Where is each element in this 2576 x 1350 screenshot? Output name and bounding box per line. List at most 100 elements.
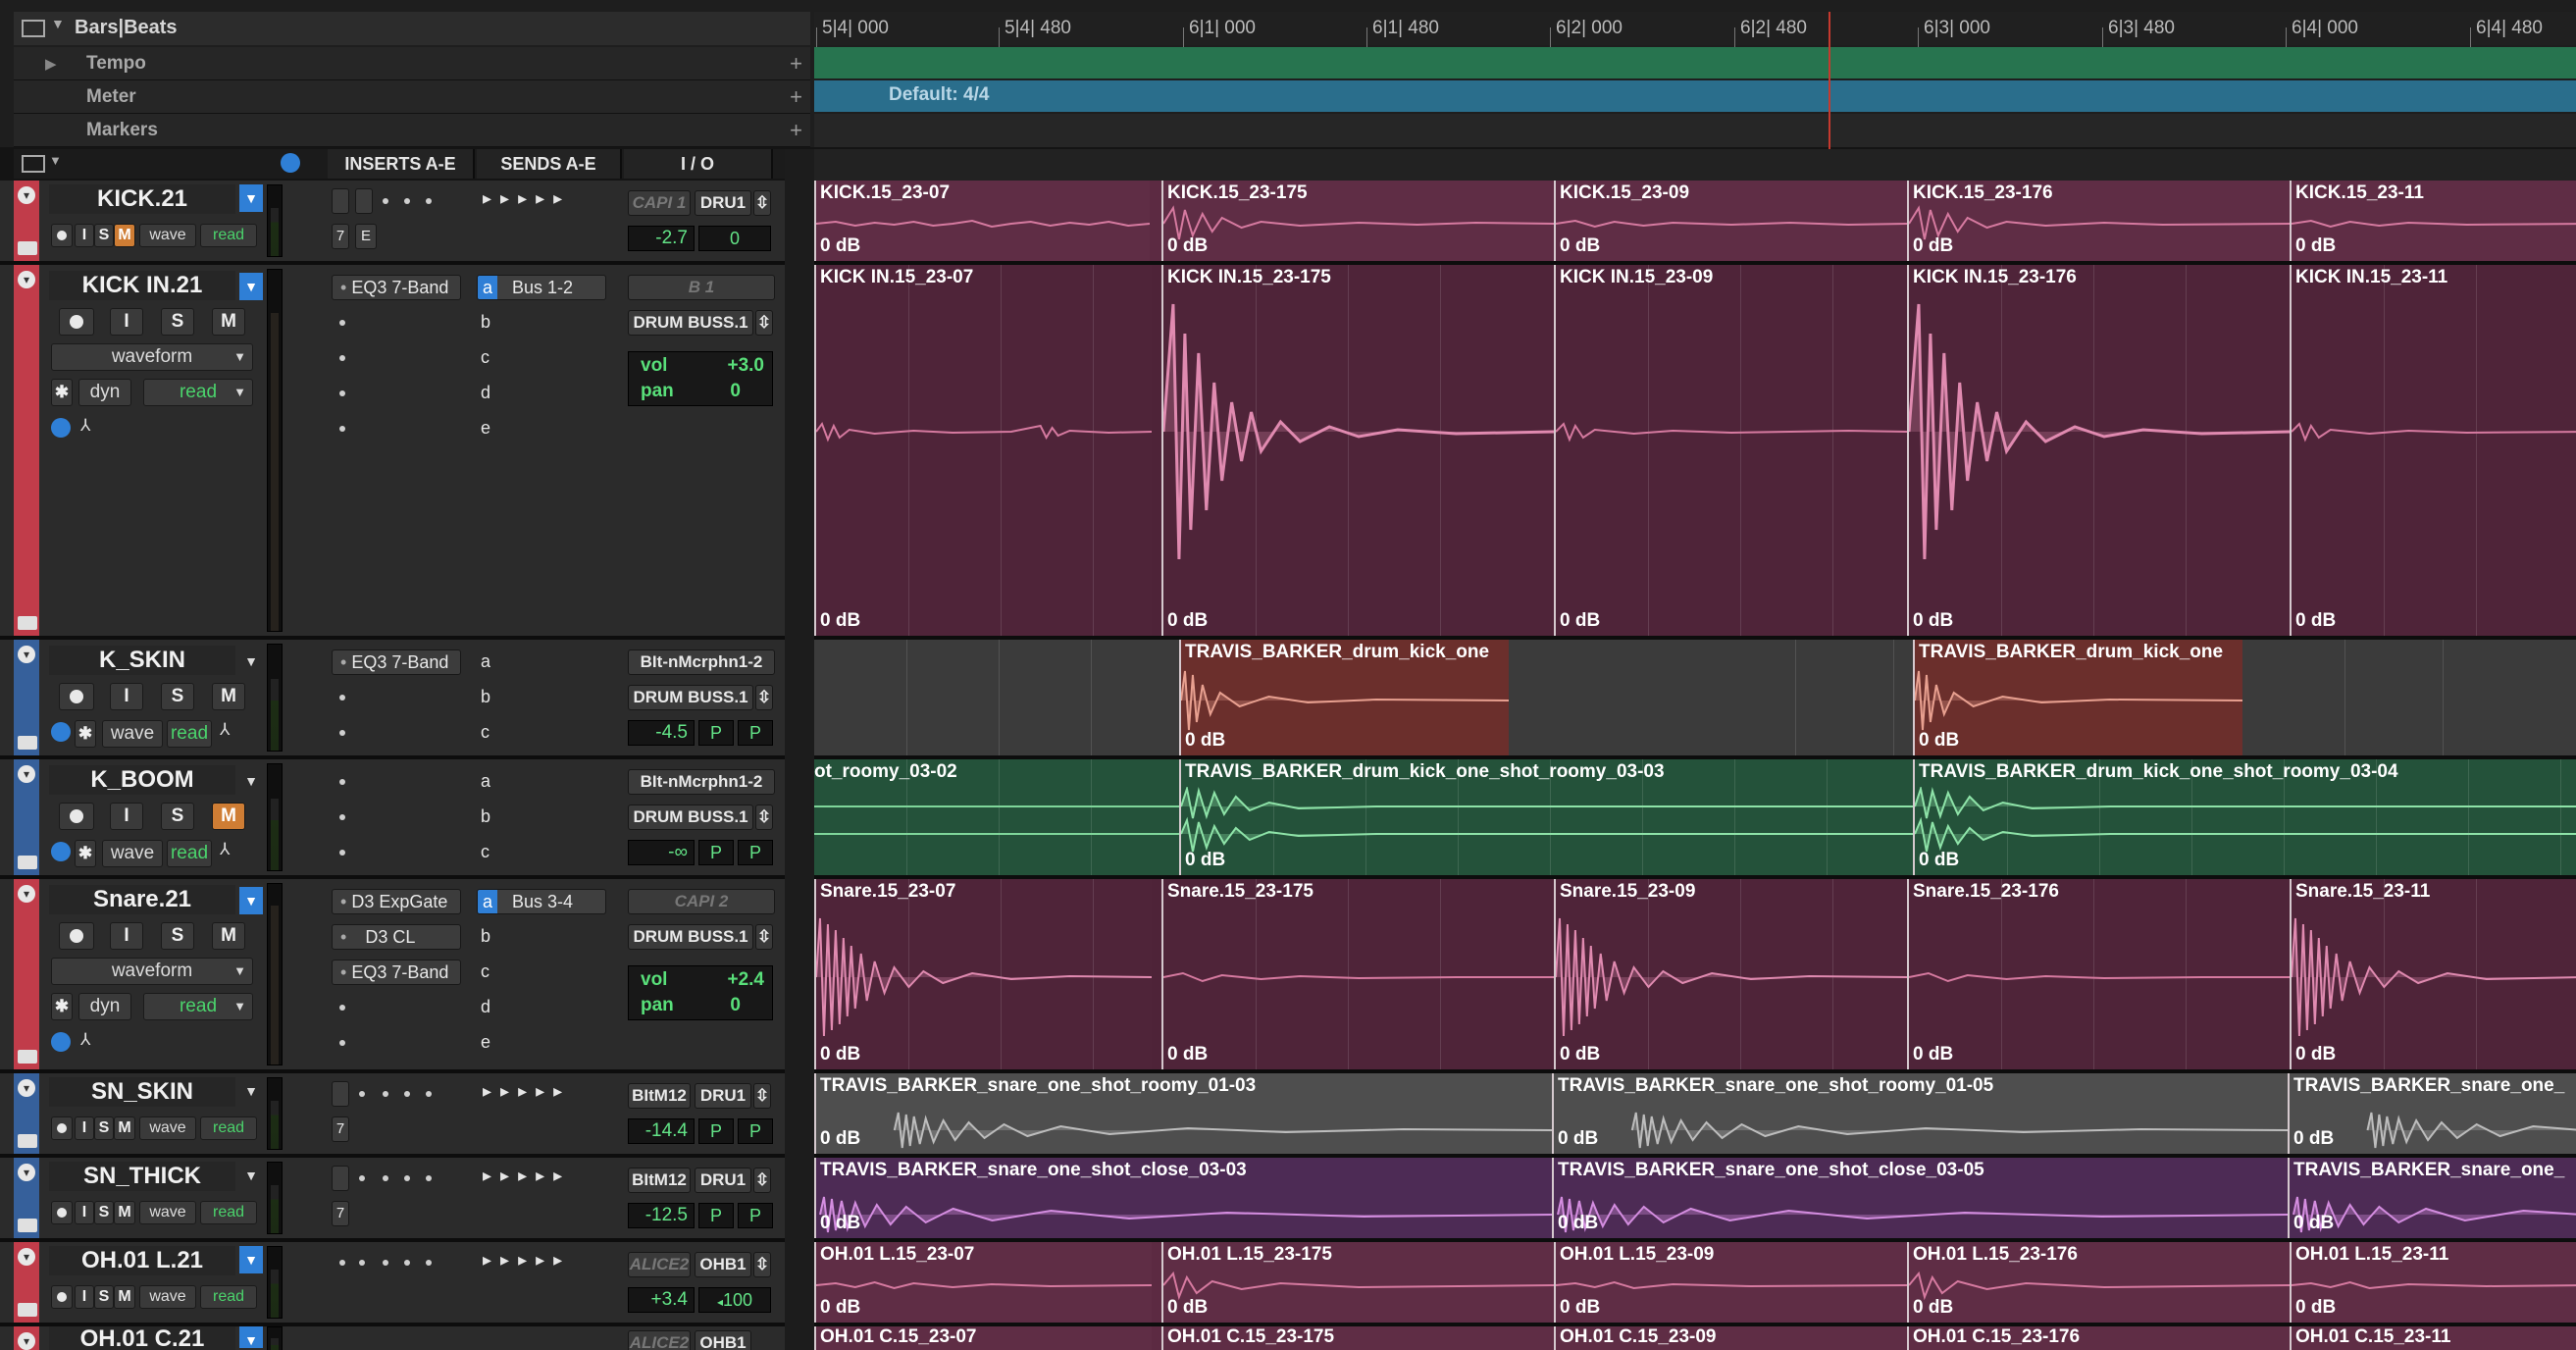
track-collapse-icon[interactable]: ▾ <box>18 1079 35 1097</box>
track-view-selector[interactable]: wave <box>139 1116 196 1140</box>
audio-region[interactable]: Snare.15_23-09 0 dB <box>1554 879 1907 1069</box>
solo-button[interactable]: S <box>94 1285 114 1309</box>
track-oh-01-l-21[interactable]: ▾ OH.01 L.21 ▼ I S M wave read ▸▸▸▸▸ ALI… <box>0 1242 2576 1326</box>
output-selector[interactable]: DRUM BUSS.1 <box>628 310 753 336</box>
track-snare-21[interactable]: ▾ Snare.21 ▼ I S M waveform ▼ ✱ dyn read… <box>0 879 2576 1073</box>
input-selector[interactable]: BIt-nMcrphn1-2 <box>628 649 775 675</box>
insert-slot-empty[interactable] <box>339 779 345 785</box>
pan-value[interactable]: 0 <box>730 994 741 1017</box>
audio-region[interactable]: TRAVIS_BARKER_drum_kick_one 0 dB <box>1913 640 2242 755</box>
track-resize-icon[interactable] <box>18 1303 37 1317</box>
automation-mode-selector[interactable]: read <box>200 1285 257 1309</box>
input-monitor-button[interactable]: I <box>110 803 143 830</box>
pan-left-display[interactable]: P <box>698 720 734 746</box>
sends-column-header[interactable]: SENDS A-E <box>477 149 622 179</box>
automation-mode-selector[interactable]: read <box>167 720 212 748</box>
send-slot-c[interactable]: c <box>481 842 489 862</box>
track-collapse-icon[interactable]: ▾ <box>18 1248 35 1266</box>
audio-region[interactable]: KICK IN.15_23-07 0 dB <box>814 265 1152 636</box>
solo-button[interactable]: S <box>161 803 194 830</box>
track-lane[interactable]: TRAVIS_BARKER_snare_one_shot_roomy_01-03… <box>814 1073 2576 1154</box>
track-view-selector[interactable]: wave <box>102 720 163 748</box>
send-slot-c[interactable]: c <box>481 722 489 743</box>
send-slot-d[interactable]: d <box>481 383 490 403</box>
audio-region[interactable]: OH.01 C.15_23-09 <box>1554 1326 1907 1350</box>
timebase-icon[interactable] <box>51 1032 71 1052</box>
pan-left-display[interactable]: P <box>698 840 734 865</box>
playlist-icon[interactable]: ⅄ <box>220 720 230 740</box>
audio-region[interactable]: Snare.15_23-176 0 dB <box>1907 879 2290 1069</box>
solo-button[interactable]: S <box>161 308 194 336</box>
track-k-boom[interactable]: ▾ K_BOOM ▼ I S M ✱ wave read ⅄ a b c BIt… <box>0 759 2576 879</box>
ruler-menu-chevron-icon[interactable]: ▼ <box>51 16 65 31</box>
input-selector[interactable]: CAPI 2 <box>628 889 775 914</box>
track-lane[interactable]: ot_roomy_03-02 TRAVIS_BARKER_drum_kick_o… <box>814 759 2576 875</box>
track-name[interactable]: SN_SKIN <box>49 1077 235 1107</box>
record-arm-button[interactable] <box>59 803 94 830</box>
audio-region[interactable]: KICK IN.15_23-176 0 dB <box>1907 265 2290 636</box>
volume-display[interactable]: +3.4 <box>628 1287 695 1313</box>
volume-display[interactable]: -14.4 <box>628 1118 695 1144</box>
pan-display[interactable]: 0 <box>698 226 771 251</box>
track-name[interactable]: KICK IN.21 <box>49 271 235 300</box>
track-name[interactable]: Snare.21 <box>49 885 235 914</box>
input-selector[interactable]: B 1 <box>628 275 775 300</box>
send-slot-c[interactable]: c <box>481 347 489 368</box>
meter-ruler-label[interactable]: Meter + <box>14 80 810 114</box>
track-view-selector[interactable]: wave <box>139 1285 196 1309</box>
volume-pan-box[interactable]: vol +2.4 pan 0 <box>628 965 773 1020</box>
insert-slot-empty[interactable] <box>404 1091 410 1097</box>
sample-tick-icon[interactable]: ✱ <box>75 720 96 748</box>
expand-icon[interactable]: ▶ <box>45 55 57 73</box>
audio-region[interactable]: KICK IN.15_23-11 0 dB <box>2290 265 2576 636</box>
output-link-icon[interactable]: ⇳ <box>753 1083 771 1109</box>
output-link-icon[interactable]: ⇳ <box>755 310 773 336</box>
input-selector[interactable]: BIt-nMcrphn1-2 <box>628 769 775 795</box>
send-slots[interactable]: ▸▸▸▸▸ <box>483 1166 571 1186</box>
record-arm-button[interactable] <box>59 683 94 710</box>
track-view-selector[interactable]: waveform ▼ <box>51 343 253 371</box>
track-collapse-icon[interactable]: ▾ <box>18 885 35 903</box>
volume-display[interactable]: -4.5 <box>628 720 695 746</box>
output-selector[interactable]: DRU1 <box>695 190 751 216</box>
output-link-icon[interactable]: ⇳ <box>753 1252 771 1277</box>
track-name[interactable]: SN_THICK <box>49 1162 235 1191</box>
send-slots[interactable]: ▸▸▸▸▸ <box>483 1081 571 1102</box>
track-name[interactable]: K_SKIN <box>49 646 235 675</box>
track-color-bar[interactable] <box>14 265 39 636</box>
track-lane[interactable]: OH.01 L.15_23-07 0 dB OH.01 L.15_23-175 … <box>814 1242 2576 1323</box>
track-name[interactable]: KICK.21 <box>49 184 235 214</box>
track-oh-01-c-21[interactable]: ▾ OH.01 C.21 ▼ ALICE2 OHB1 OH.01 C.15_23… <box>0 1326 2576 1350</box>
markers-ruler-label[interactable]: Markers + <box>14 114 810 147</box>
insert-slot-a[interactable]: • EQ3 7-Band <box>332 275 461 300</box>
track-options-dropdown[interactable]: ▼ <box>239 887 263 914</box>
insert-slot-empty[interactable] <box>339 850 345 856</box>
audio-region[interactable]: TRAVIS_BARKER_snare_one_ 0 dB <box>2288 1158 2576 1238</box>
output-link-icon[interactable]: ⇳ <box>755 805 773 830</box>
insert-slot-empty[interactable] <box>426 1091 432 1097</box>
output-selector[interactable]: DRU1 <box>695 1168 751 1193</box>
send-slot-e[interactable]: e <box>481 1032 490 1053</box>
audio-region[interactable]: KICK.15_23-175 0 dB <box>1161 181 1554 261</box>
track-lane[interactable]: KICK IN.15_23-07 0 dB KICK IN.15_23-175 … <box>814 265 2576 636</box>
inserts-column-header[interactable]: INSERTS A-E <box>328 149 475 179</box>
audio-region[interactable]: ot_roomy_03-02 <box>814 759 1179 875</box>
send-slots[interactable]: ▸▸▸▸▸ <box>483 1250 571 1271</box>
automation-mode-selector[interactable]: read <box>200 1201 257 1224</box>
track-name[interactable]: OH.01 C.21 <box>49 1326 235 1350</box>
output-selector[interactable]: DRUM BUSS.1 <box>628 685 753 710</box>
tempo-ruler-lane[interactable] <box>814 47 2576 78</box>
insert-slot-empty[interactable] <box>339 390 345 396</box>
volume-value[interactable]: +2.4 <box>727 968 764 992</box>
sample-tick-icon[interactable]: ✱ <box>51 379 73 406</box>
insert-slot-b[interactable]: • D3 CL <box>332 924 461 950</box>
audio-region[interactable]: OH.01 C.15_23-11 <box>2290 1326 2576 1350</box>
audio-region[interactable]: TRAVIS_BARKER_snare_one_ 0 dB <box>2288 1073 2576 1154</box>
volume-pan-box[interactable]: vol +3.0 pan 0 <box>628 351 773 406</box>
pan-left-display[interactable]: P <box>698 1203 734 1228</box>
track-options-dropdown[interactable]: ▼ <box>239 184 263 212</box>
input-monitor-button[interactable]: I <box>75 1201 94 1224</box>
insert-slot-empty[interactable] <box>404 1260 410 1266</box>
track-color-bar[interactable] <box>14 879 39 1069</box>
output-link-icon[interactable]: ⇳ <box>753 1168 771 1193</box>
